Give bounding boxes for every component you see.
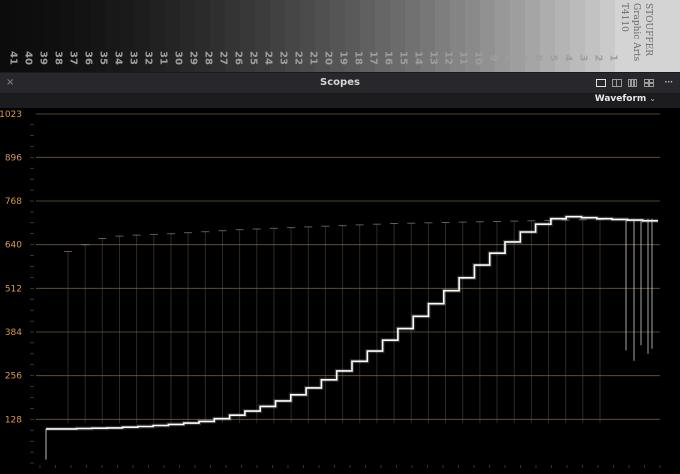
wedge-step-number: 20 bbox=[323, 51, 334, 65]
wedge-step-number: 21 bbox=[308, 51, 319, 65]
wedge-step-number: 34 bbox=[113, 51, 124, 65]
scope-type-dropdown[interactable]: Waveform ⌄ bbox=[595, 94, 656, 104]
wedge-step-number: 39 bbox=[38, 51, 49, 65]
wedge-step-number: 30 bbox=[173, 51, 184, 65]
wedge-step-number: 22 bbox=[293, 51, 304, 65]
wedge-step-number: 25 bbox=[248, 51, 259, 65]
axis-label: 1023 bbox=[0, 110, 22, 120]
wedge-step-number: 31 bbox=[158, 51, 169, 65]
scope-toolbar: Waveform ⌄ bbox=[0, 94, 680, 108]
wedge-step-number: 2 bbox=[593, 55, 604, 62]
waveform-scope: 1023 896 768 640 512 384 256 128 bbox=[0, 108, 680, 474]
wedge-step-number: 18 bbox=[353, 51, 364, 65]
wedge-step-number: 12 bbox=[443, 51, 454, 65]
wedge-step-number: 14 bbox=[413, 51, 424, 65]
scopes-title-bar: × Scopes ··· bbox=[0, 72, 680, 94]
wedge-step-number: 17 bbox=[368, 51, 379, 65]
wedge-brand-text: Graphic Arts bbox=[631, 3, 641, 62]
wedge-step-number: 23 bbox=[278, 51, 289, 65]
axis-label: 256 bbox=[5, 372, 22, 382]
wedge-step-number: 4 bbox=[563, 55, 574, 62]
more-options-icon[interactable]: ··· bbox=[664, 75, 674, 89]
wedge-step-number: 7 bbox=[518, 55, 529, 62]
wedge-brand-text: T4110 bbox=[619, 3, 629, 32]
scope-type-label: Waveform bbox=[594, 94, 647, 104]
wedge-step-number: 9 bbox=[488, 55, 499, 62]
wedge-brand-text: STOUFFER bbox=[643, 3, 653, 56]
wedge-step-number: 24 bbox=[263, 51, 274, 65]
axis-label: 896 bbox=[5, 153, 22, 163]
wedge-step-number: 32 bbox=[143, 51, 154, 65]
chevron-down-icon: ⌄ bbox=[649, 94, 656, 103]
wedge-step-number: 8 bbox=[503, 55, 514, 62]
wedge-step-number: 10 bbox=[473, 51, 484, 65]
wedge-step-number: 41 bbox=[8, 51, 19, 65]
wedge-step-number: 1 bbox=[608, 55, 619, 62]
wedge-step-number: 28 bbox=[203, 51, 214, 65]
wedge-step-number: 5 bbox=[548, 55, 559, 62]
wedge-step-number: 40 bbox=[23, 51, 34, 65]
axis-label: 768 bbox=[5, 197, 22, 207]
wedge-step-number: 26 bbox=[233, 51, 244, 65]
wedge-step-number: 13 bbox=[428, 51, 439, 65]
dual-layout-icon[interactable] bbox=[612, 79, 622, 87]
grayscale-step-wedge-preview: 41 40 39 38 37 36 35 34 33 32 31 30 29 28 27 26 25 24 23 22… bbox=[0, 0, 680, 72]
wedge-step-number: 6 bbox=[533, 55, 544, 62]
wedge-step-number: 29 bbox=[188, 51, 199, 65]
panel-title: Scopes bbox=[320, 77, 360, 88]
axis-label: 128 bbox=[5, 415, 22, 425]
wedge-step-number: 16 bbox=[383, 51, 394, 65]
axis-label: 384 bbox=[5, 328, 22, 338]
axis-label: 640 bbox=[5, 241, 22, 251]
wedge-step-number: 19 bbox=[338, 51, 349, 65]
wedge-step-number: 38 bbox=[53, 51, 64, 65]
wedge-step-number: 27 bbox=[218, 51, 229, 65]
quad-layout-icon[interactable] bbox=[644, 79, 654, 87]
wedge-step-number: 3 bbox=[578, 55, 589, 62]
wedge-step-number: 35 bbox=[98, 51, 109, 65]
wedge-step-number: 36 bbox=[83, 51, 94, 65]
wedge-step-number: 15 bbox=[398, 51, 409, 65]
wedge-step-number: 37 bbox=[68, 51, 79, 65]
axis-label: 512 bbox=[5, 284, 22, 294]
wedge-step-number: 33 bbox=[128, 51, 139, 65]
single-layout-icon[interactable] bbox=[596, 79, 606, 87]
wedge-step-number: 11 bbox=[458, 51, 469, 65]
triple-layout-icon[interactable] bbox=[628, 79, 638, 87]
